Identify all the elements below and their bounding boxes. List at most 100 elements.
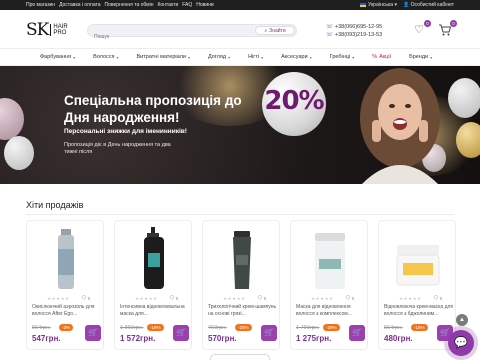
product-name[interactable]: Маска для відновлення волосся з комплекс… <box>296 304 366 317</box>
rating-stars: ★★★★★ <box>399 296 422 301</box>
discount-badge: -29% <box>323 324 340 331</box>
cart-icon: 🛒 <box>176 328 186 337</box>
balloon-image <box>4 136 34 170</box>
cart-icon: 🛒 <box>264 328 274 337</box>
user-icon: 👤 <box>403 2 410 8</box>
product-card[interactable]: ★★★★★ 🗨 0 Інтенсивна відновлювальна маска… <box>114 220 192 350</box>
nav-item-brands[interactable]: Бренди ▾ <box>409 54 432 60</box>
product-card[interactable]: ★★★★★ 🗨 0 Окислюючий аэрозоль для волосся… <box>26 220 104 350</box>
product-name[interactable]: Інтенсивна відновлювальна маска для... <box>120 304 190 317</box>
product-card[interactable]: ★★★★★ 🗨 0 Відновлююча крем-маска для воло… <box>378 220 456 350</box>
cart-icon: 🛒 <box>440 328 450 337</box>
show-more-button[interactable] <box>210 354 270 360</box>
top-right: Українська ▾ 👤 Особистий кабінет <box>360 2 480 8</box>
rating-stars: ★★★★★ <box>311 296 334 301</box>
product-card[interactable]: ★★★★★ 🗨 0 Трихологічний крем-шампунь на о… <box>202 220 280 350</box>
product-name[interactable]: Окислюючий аэрозоль для волосся After Eg… <box>32 304 102 317</box>
ukraine-flag-icon <box>360 2 367 7</box>
comment-icon: 🗨 <box>433 295 439 300</box>
balloon-image <box>0 98 24 140</box>
nav-label: Гребінці <box>329 54 351 60</box>
old-price: 1 790грн. <box>296 325 320 331</box>
chevron-down-icon: ▾ <box>73 54 76 60</box>
scroll-to-top-button[interactable]: ▲ <box>456 314 468 326</box>
chat-button[interactable]: 💬 <box>448 330 474 356</box>
wishlist-button[interactable]: ♡ 0 <box>412 20 431 37</box>
comment-icon: 🗨 <box>169 295 175 300</box>
add-to-cart-button[interactable]: 🛒 <box>349 325 365 341</box>
product-card[interactable]: ★★★★★ 🗨 0 Маска для відновлення волосся з… <box>290 220 368 350</box>
phone-2[interactable]: ☏ +38(093)219-13-53 <box>326 31 382 39</box>
add-to-cart-button[interactable]: 🛒 <box>173 325 189 341</box>
discount-balloon: 20% <box>262 72 326 136</box>
search-input[interactable] <box>88 31 248 43</box>
price: 547грн. <box>32 334 61 343</box>
nav-item-combs[interactable]: Гребінці ▾ <box>330 54 355 60</box>
nav-item-hair[interactable]: Волосся ▾ <box>93 54 118 60</box>
review-count-text: 0 <box>263 295 267 301</box>
phone-icon: ☏ <box>326 32 333 38</box>
promo-banner[interactable]: 20% Спеціальна пропозиція до Дня народже… <box>0 66 480 184</box>
product-name[interactable]: Відновлююча крем-маска для волосся з бдж… <box>384 304 454 317</box>
language-selector[interactable]: Українська ▾ <box>360 2 397 8</box>
nav-label: Догляд <box>207 54 227 60</box>
old-price: 564грн. <box>384 325 403 331</box>
heart-icon: ♡ <box>414 24 424 36</box>
cart-icon: 🛒 <box>352 328 362 337</box>
discount-badge: -15% <box>411 324 428 331</box>
search-button[interactable]: ⌕ Знайти <box>255 26 295 35</box>
top-link-faq[interactable]: FAQ <box>182 2 192 8</box>
nav-item-coloring[interactable]: Фарбування ▾ <box>40 54 75 60</box>
woman-image <box>360 68 440 184</box>
review-count: 🗨 0 <box>81 295 90 301</box>
nav-label: Витратні матеріали <box>136 54 186 60</box>
top-link-contacts[interactable]: Контакти <box>157 2 178 8</box>
logo[interactable]: SK HAIR PRO <box>26 20 68 40</box>
top-link-delivery[interactable]: Доставка і оплата <box>59 2 100 8</box>
old-price: 760грн. <box>208 325 227 331</box>
phone-2-text: +38(093)219-13-53 <box>334 32 383 38</box>
phone-numbers: ☏ +38(066)695-12-95 ☏ +38(093)219-13-53 <box>326 23 382 39</box>
top-links: Про магазин Доставка і оплата Повернення… <box>0 2 214 8</box>
account-label: Особистий кабінет <box>410 2 454 8</box>
rating-stars: ★★★★★ <box>135 296 158 301</box>
nav-item-accessories[interactable]: Аксесуари ▾ <box>281 54 312 60</box>
chevron-down-icon: ▾ <box>228 54 231 60</box>
nav-label: Нігті <box>248 54 260 60</box>
logo-pro: PRO <box>53 30 67 36</box>
discount-badge: -3% <box>59 324 74 331</box>
old-price: 1 869грн. <box>120 325 144 331</box>
section-title: Хіти продажів <box>26 200 84 210</box>
nav-item-nails[interactable]: Нігті ▾ <box>248 54 263 60</box>
add-to-cart-button[interactable]: 🛒 <box>85 325 101 341</box>
top-link-news[interactable]: Новини <box>196 2 213 8</box>
product-image <box>233 231 251 289</box>
logo-sk: SK <box>26 20 49 40</box>
main-nav: Фарбування ▾ Волосся ▾ Витратні матеріали ▾… <box>0 48 480 66</box>
phone-icon: ☏ <box>326 24 333 30</box>
site-header: SK HAIRPRO ⌕ Знайти ☏+38(066)695-12-95 ☏… <box>0 10 480 48</box>
phone-1[interactable]: ☏ +38(066)695-12-95 <box>326 23 382 31</box>
review-count: 🗨 0 <box>169 295 178 301</box>
nav-item-sales[interactable]: % Акції <box>372 54 391 60</box>
cart-icon: 🛒 <box>88 328 98 337</box>
product-name[interactable]: Трихологічний крем-шампунь на основі гря… <box>208 304 278 317</box>
cart-count-badge: 0 <box>450 20 457 27</box>
nav-item-care[interactable]: Догляд ▾ <box>208 54 230 60</box>
top-link-returns[interactable]: Повернення та обмін <box>105 2 154 8</box>
nav-label: Аксесуари <box>281 54 308 60</box>
balloon-image <box>456 122 480 158</box>
cart-button[interactable]: 0 <box>438 20 457 37</box>
divider <box>26 214 454 215</box>
discount-balloon-text: 20% <box>264 86 324 116</box>
chevron-down-icon: ▾ <box>116 54 119 60</box>
review-count-text: 0 <box>175 295 179 301</box>
add-to-cart-button[interactable]: 🛒 <box>261 325 277 341</box>
product-image <box>58 229 74 289</box>
account-link[interactable]: 👤 Особистий кабінет <box>403 2 454 8</box>
nav-item-consumables[interactable]: Витратні матеріали ▾ <box>137 54 190 60</box>
top-link-about[interactable]: Про магазин <box>26 2 55 8</box>
review-count: 🗨 0 <box>257 295 266 301</box>
chevron-down-icon: ▾ <box>309 54 312 60</box>
price: 570грн. <box>208 334 237 343</box>
